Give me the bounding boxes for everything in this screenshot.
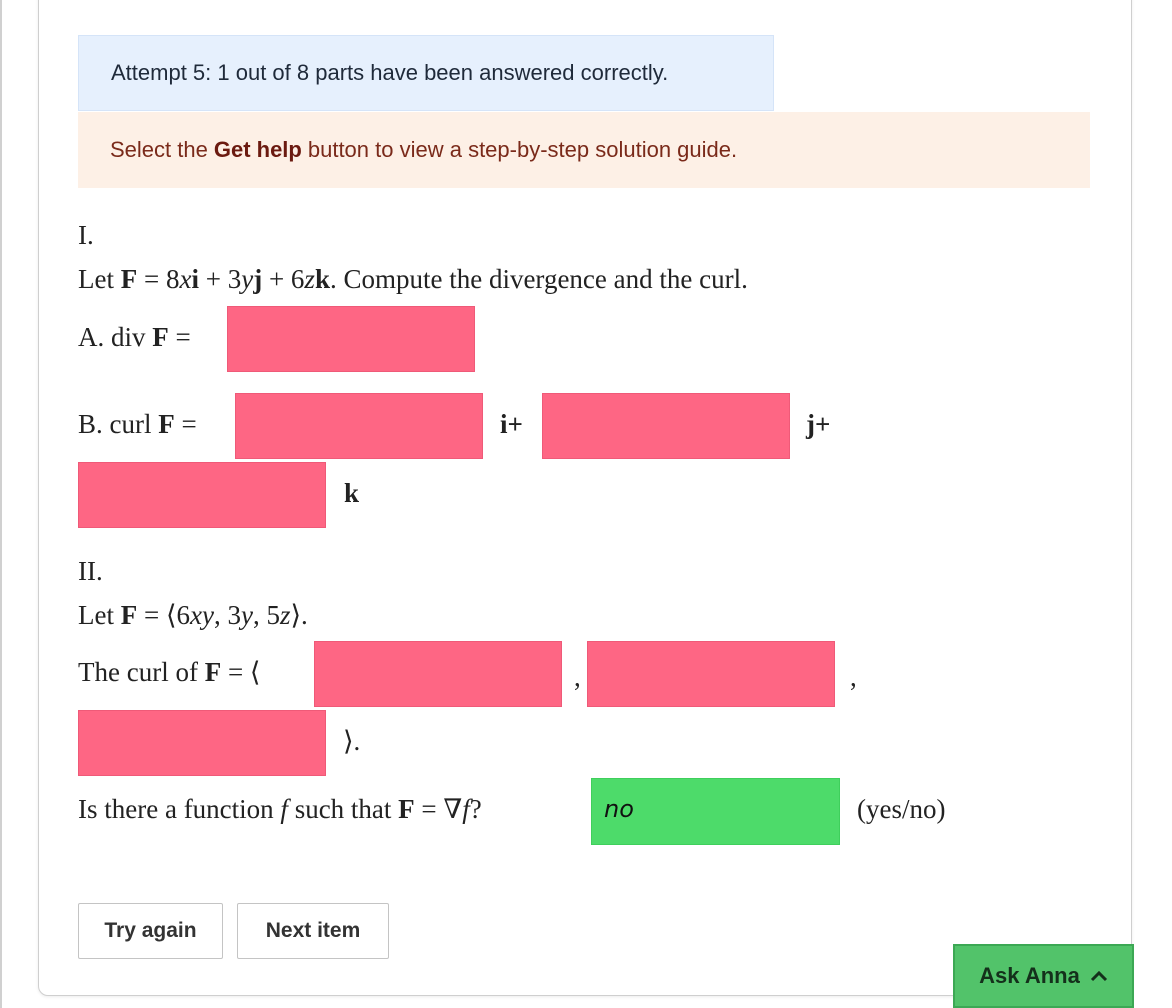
curl-component-1-input[interactable] <box>314 641 562 707</box>
curl-close-bracket: ⟩. <box>343 726 361 756</box>
next-item-button[interactable]: Next item <box>237 903 389 959</box>
curl-i-input[interactable] <box>235 393 483 459</box>
curl-k-input[interactable] <box>78 462 326 528</box>
chevron-up-icon <box>1090 970 1107 982</box>
left-border <box>0 0 2 1008</box>
try-again-button[interactable]: Try again <box>78 903 223 959</box>
curl-component-3-input[interactable] <box>78 710 326 776</box>
div-f-input[interactable] <box>227 306 475 372</box>
comma-separator-2: , <box>850 662 857 692</box>
div-f-label: A. div F = <box>78 322 191 352</box>
j-plus-label: j+ <box>806 409 831 439</box>
k-label: k <box>344 478 360 508</box>
part-2-label: II. <box>78 556 103 586</box>
gradient-answer-input[interactable]: no <box>591 778 840 845</box>
part-1-label: I. <box>78 220 94 250</box>
i-plus-label: i+ <box>500 409 523 439</box>
attempt-status-alert: Attempt 5: 1 out of 8 parts have been an… <box>78 35 774 111</box>
help-prefix: Select the <box>110 137 208 162</box>
ask-anna-label: Ask Anna <box>979 963 1080 988</box>
help-suffix: button to view a step-by-step solution g… <box>307 137 738 162</box>
gradient-answer-value: no <box>604 795 634 823</box>
get-help-link[interactable]: Get help <box>214 137 302 163</box>
ask-anna-button[interactable]: Ask Anna <box>953 944 1134 1008</box>
curl-f-label: B. curl F = <box>78 409 197 439</box>
part-2-prompt: Let F = ⟨6xy, 3y, 5z⟩. <box>78 600 308 630</box>
part-1-prompt: Let F = 8xi + 3yj + 6zk. Compute the div… <box>78 264 748 294</box>
gradient-question: Is there a function f such that F = ∇f? <box>78 794 482 824</box>
curl-j-input[interactable] <box>542 393 790 459</box>
yes-no-hint: (yes/no) <box>857 794 946 824</box>
get-help-alert: Select the Get help button to view a ste… <box>78 112 1090 188</box>
attempt-status-text: Attempt 5: 1 out of 8 parts have been an… <box>111 60 669 85</box>
curl-of-f-label: The curl of F = ⟨ <box>78 657 261 687</box>
curl-component-2-input[interactable] <box>587 641 835 707</box>
comma-separator-1: , <box>574 662 581 692</box>
